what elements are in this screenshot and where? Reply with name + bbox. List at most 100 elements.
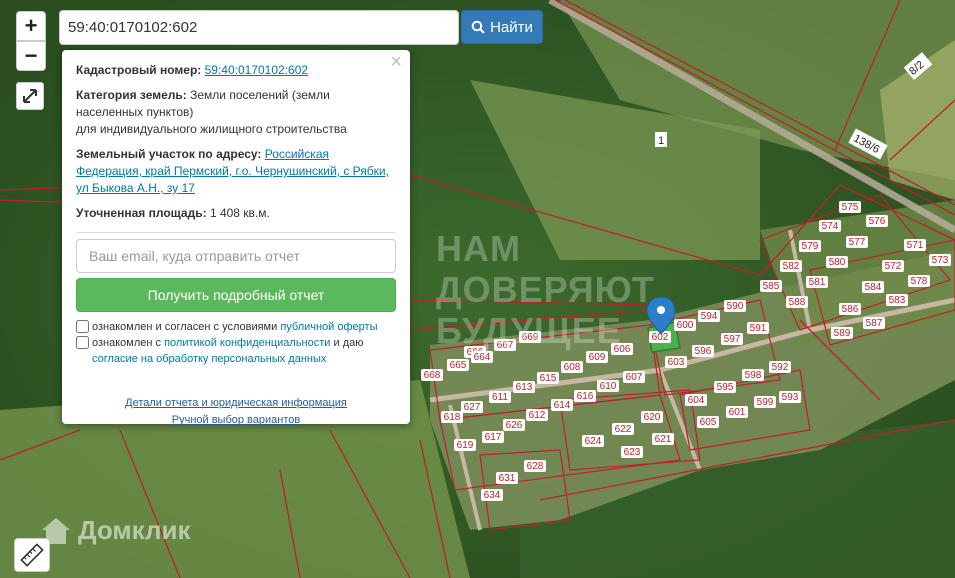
plot-number-label[interactable]: 620 bbox=[644, 412, 661, 423]
field-label: 1 bbox=[658, 135, 664, 147]
plot-number-label[interactable]: 600 bbox=[677, 320, 694, 331]
plot-number-label[interactable]: 605 bbox=[700, 417, 717, 428]
zoom-out-button[interactable]: − bbox=[16, 41, 46, 71]
plot-number-label[interactable]: 614 bbox=[554, 400, 571, 411]
privacy-consent-label: ознакомлен с политикой конфиденциальност… bbox=[92, 335, 396, 367]
plot-number-label[interactable]: 599 bbox=[757, 397, 774, 408]
plot-number-label[interactable]: 626 bbox=[506, 420, 523, 431]
cadastral-label: Кадастровый номер: bbox=[76, 63, 202, 77]
popup-footer-links: Детали отчета и юридическая информация Р… bbox=[76, 395, 396, 429]
zoom-in-button[interactable]: + bbox=[16, 11, 46, 41]
plot-number-label[interactable]: 591 bbox=[750, 323, 767, 334]
area-label: Уточненная площадь: bbox=[76, 206, 207, 220]
area-row: Уточненная площадь: 1 408 кв.м. bbox=[76, 205, 396, 222]
address-row: Земельный участок по адресу: Российская … bbox=[76, 146, 396, 197]
plot-number-label[interactable]: 622 bbox=[615, 424, 632, 435]
plot-number-label[interactable]: 589 bbox=[834, 328, 851, 339]
plot-number-label[interactable]: 594 bbox=[701, 311, 718, 322]
plot-number-label[interactable]: 572 bbox=[885, 261, 902, 272]
offer-consent-text: ознакомлен и согласен с условиями bbox=[92, 321, 281, 333]
plot-number-label[interactable]: 664 bbox=[474, 352, 491, 363]
plot-number-label[interactable]: 609 bbox=[589, 352, 606, 363]
email-field[interactable] bbox=[76, 239, 396, 273]
plot-number-label[interactable]: 601 bbox=[729, 407, 746, 418]
plot-number-label[interactable]: 621 bbox=[655, 434, 672, 445]
plot-number-label[interactable]: 584 bbox=[865, 282, 882, 293]
cadastral-row: Кадастровый номер: 59:40:0170102:602 bbox=[76, 62, 396, 79]
plot-number-label[interactable]: 581 bbox=[809, 277, 826, 288]
plot-number-label[interactable]: 598 bbox=[745, 370, 762, 381]
search-button-label: Найти bbox=[490, 18, 533, 36]
plot-number-label[interactable]: 575 bbox=[842, 202, 859, 213]
plot-number-label[interactable]: 607 bbox=[626, 372, 643, 383]
plot-number-label[interactable]: 668 bbox=[424, 370, 441, 381]
plot-number-label[interactable]: 603 bbox=[668, 357, 685, 368]
plot-number-label[interactable]: 585 bbox=[763, 281, 780, 292]
close-icon[interactable]: × bbox=[390, 52, 402, 72]
category-row: Категория земель: Земли поселений (земли… bbox=[76, 87, 396, 138]
manual-selection-link[interactable]: Ручной выбор вариантов bbox=[76, 412, 396, 429]
plot-number-label[interactable]: 613 bbox=[516, 382, 533, 393]
plot-number-label[interactable]: 590 bbox=[727, 301, 744, 312]
plot-number-label[interactable]: 627 bbox=[464, 402, 481, 413]
plot-number-label[interactable]: 634 bbox=[484, 490, 501, 501]
plot-number-label[interactable]: 578 bbox=[911, 276, 928, 287]
plot-number-label[interactable]: 595 bbox=[717, 382, 734, 393]
plot-number-label[interactable]: 576 bbox=[869, 216, 886, 227]
plot-number-label[interactable]: 574 bbox=[822, 221, 839, 232]
plot-number-label[interactable]: 592 bbox=[772, 362, 789, 373]
get-report-button[interactable]: Получить подробный отчет bbox=[76, 278, 396, 312]
area-value: 1 408 кв.м. bbox=[209, 206, 270, 220]
public-offer-link[interactable]: публичной оферты bbox=[280, 321, 377, 333]
cadastral-link[interactable]: 59:40:0170102:602 bbox=[205, 63, 308, 77]
plot-number-label[interactable]: 616 bbox=[577, 391, 594, 402]
plot-number-label[interactable]: 579 bbox=[802, 241, 819, 252]
privacy-policy-link[interactable]: политикой конфиденциальности bbox=[164, 337, 330, 349]
category-use: для индивидуального жилищного строительс… bbox=[76, 122, 347, 136]
plot-number-label[interactable]: 608 bbox=[564, 362, 581, 373]
plot-number-label[interactable]: 610 bbox=[600, 381, 617, 392]
search-button[interactable]: Найти bbox=[461, 10, 543, 44]
plot-number-label[interactable]: 665 bbox=[450, 360, 467, 371]
offer-consent-row: ознакомлен и согласен с условиями публич… bbox=[76, 319, 396, 335]
plot-number-label[interactable]: 618 bbox=[444, 412, 461, 423]
plot-number-label[interactable]: 611 bbox=[492, 392, 508, 403]
divider bbox=[76, 232, 396, 233]
plot-number-label[interactable]: 604 bbox=[688, 395, 705, 406]
plot-number-label[interactable]: 623 bbox=[624, 447, 641, 458]
plot-number-label[interactable]: 586 bbox=[842, 304, 859, 315]
plot-number-label[interactable]: 588 bbox=[789, 297, 806, 308]
plot-number-label[interactable]: 583 bbox=[889, 295, 906, 306]
fullscreen-button[interactable] bbox=[16, 82, 44, 110]
address-label: Земельный участок по адресу: bbox=[76, 147, 262, 161]
plot-number-label[interactable]: 628 bbox=[527, 461, 544, 472]
plot-number-label[interactable]: 573 bbox=[932, 255, 949, 266]
plot-number-label[interactable]: 612 bbox=[529, 410, 546, 421]
privacy-consent-row: ознакомлен с политикой конфиденциальност… bbox=[76, 335, 396, 367]
domclick-watermark: Домклик bbox=[40, 515, 190, 546]
search-input[interactable] bbox=[59, 10, 459, 45]
plot-number-label[interactable]: 619 bbox=[457, 440, 474, 451]
plot-number-label[interactable]: 597 bbox=[724, 334, 741, 345]
plot-number-label[interactable]: 571 bbox=[907, 240, 924, 251]
brand-text: Домклик bbox=[78, 515, 191, 545]
plot-number-label[interactable]: 617 bbox=[485, 432, 502, 443]
privacy-consent-text: ознакомлен с bbox=[92, 337, 165, 349]
plot-number-label[interactable]: 593 bbox=[782, 392, 799, 403]
plot-number-label[interactable]: 582 bbox=[783, 261, 800, 272]
plot-number-label[interactable]: 596 bbox=[695, 346, 712, 357]
trust-line-3: БУДУЩЕЕ bbox=[436, 310, 622, 351]
measure-button[interactable] bbox=[14, 538, 50, 572]
parcel-info-popup: × Кадастровый номер: 59:40:0170102:602 К… bbox=[62, 50, 410, 426]
plot-number-label[interactable]: 631 bbox=[499, 473, 516, 484]
plot-number-label[interactable]: 624 bbox=[585, 436, 602, 447]
plot-number-label[interactable]: 577 bbox=[849, 237, 866, 248]
privacy-consent-mid: и даю bbox=[330, 337, 364, 349]
privacy-consent-checkbox[interactable] bbox=[76, 336, 89, 349]
plot-number-label[interactable]: 580 bbox=[829, 257, 846, 268]
offer-consent-checkbox[interactable] bbox=[76, 320, 89, 333]
report-details-link[interactable]: Детали отчета и юридическая информация bbox=[76, 395, 396, 412]
personal-data-link[interactable]: согласие на обработку персональных данны… bbox=[92, 353, 326, 365]
plot-number-label[interactable]: 587 bbox=[866, 318, 883, 329]
plot-number-label[interactable]: 615 bbox=[540, 373, 557, 384]
